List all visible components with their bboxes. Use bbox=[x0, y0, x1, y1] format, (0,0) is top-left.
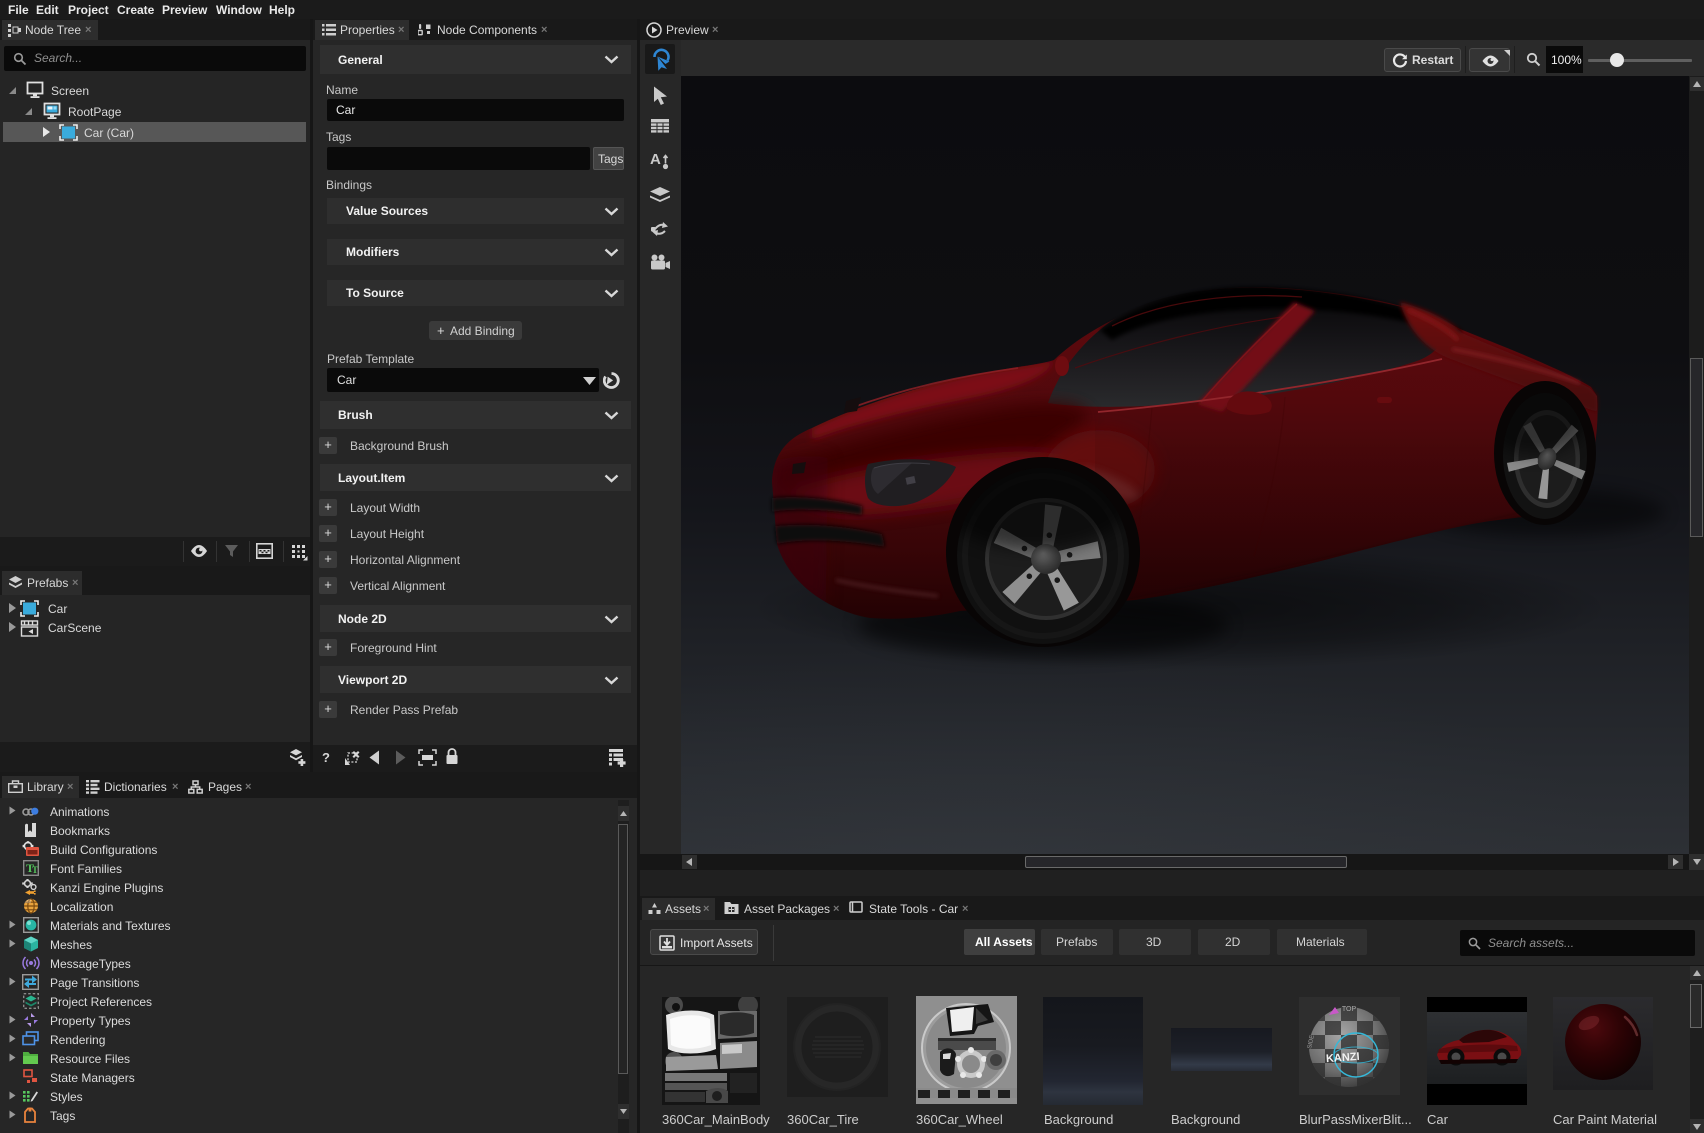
svg-text:T: T bbox=[32, 865, 38, 875]
svg-text:TOP: TOP bbox=[1342, 1006, 1357, 1013]
svg-text:KANZI: KANZI bbox=[1326, 1051, 1360, 1065]
svg-text:A: A bbox=[650, 151, 661, 168]
